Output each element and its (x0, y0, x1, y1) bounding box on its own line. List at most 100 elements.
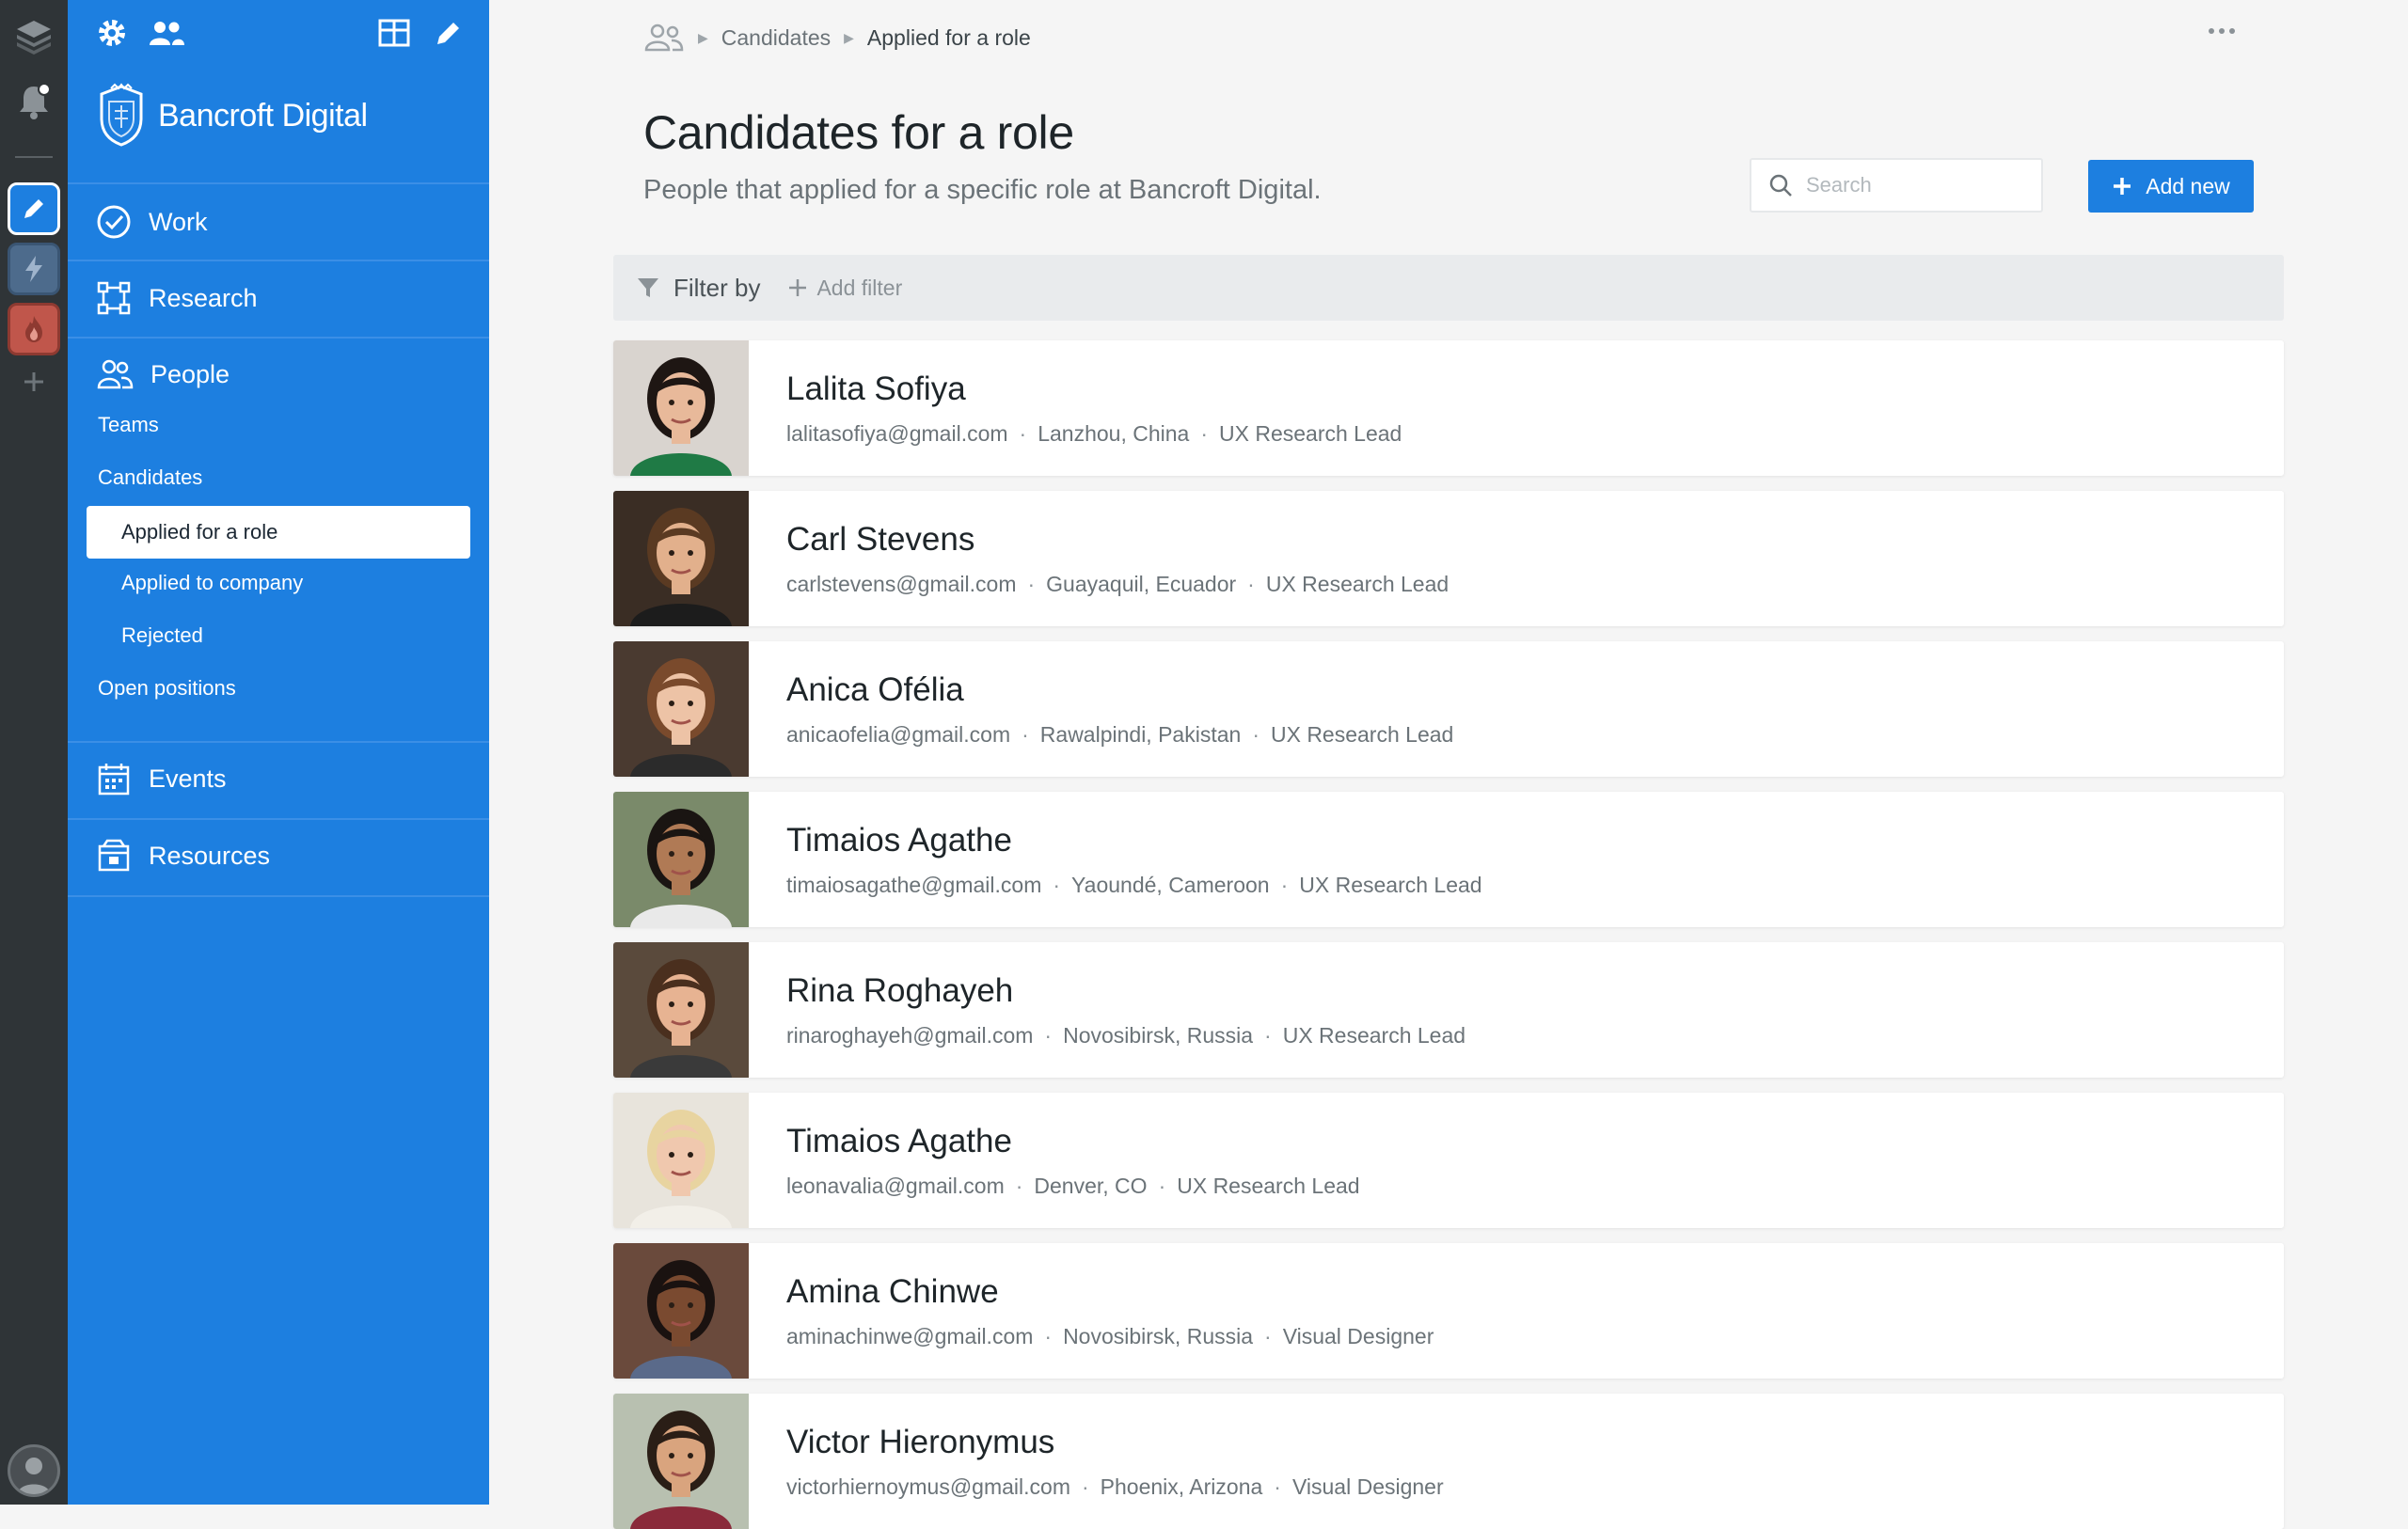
bolt-icon (25, 256, 42, 282)
candidate-card[interactable]: Lalita Sofiya lalitasofiya@gmail.com · L… (613, 340, 2284, 476)
add-new-button[interactable]: Add new (2088, 160, 2254, 213)
candidate-location: Rawalpindi, Pakistan (1039, 721, 1242, 747)
plus-icon (789, 279, 807, 296)
candidate-role: UX Research Lead (1282, 1022, 1466, 1048)
candidate-info: Victor Hieronymus victorhiernoymus@gmail… (786, 1424, 1444, 1500)
workspace-rail (0, 0, 68, 1505)
candidate-card[interactable]: Victor Hieronymus victorhiernoymus@gmail… (613, 1394, 2284, 1529)
people-icon[interactable] (643, 23, 685, 53)
candidate-email: leonavalia@gmail.com (786, 1173, 1005, 1198)
candidate-card[interactable]: Timaios Agathe leonavalia@gmail.com · De… (613, 1093, 2284, 1228)
flame-icon (25, 316, 42, 342)
breadcrumb-item-current[interactable]: Applied for a role (867, 25, 1031, 51)
sidebar-item-events[interactable]: Events (96, 756, 227, 801)
candidate-card[interactable]: Rina Roghayeh rinaroghayeh@gmail.com · N… (613, 942, 2284, 1078)
add-new-label: Add new (2146, 173, 2230, 198)
sidebar-item-resources[interactable]: Resources (96, 833, 270, 878)
candidate-meta: leonavalia@gmail.com · Denver, CO · UX R… (786, 1174, 1360, 1199)
candidate-email: rinaroghayeh@gmail.com (786, 1022, 1034, 1048)
edit-pencil-icon[interactable] (435, 19, 463, 47)
page-subtitle: People that applied for a specific role … (643, 175, 1322, 205)
package-box-icon (98, 839, 130, 872)
candidate-name[interactable]: Timaios Agathe (786, 1123, 1360, 1160)
sidebar-item-work[interactable]: Work (96, 199, 208, 244)
user-avatar[interactable] (8, 1444, 60, 1497)
candidate-info: Carl Stevens carlstevens@gmail.com · Gua… (786, 521, 1449, 597)
candidate-card[interactable]: Timaios Agathe timaiosagathe@gmail.com ·… (613, 792, 2284, 927)
candidate-meta: timaiosagathe@gmail.com · Yaoundé, Camer… (786, 873, 1482, 898)
layers-icon[interactable] (8, 9, 60, 62)
workspace-flame-button[interactable] (8, 303, 60, 355)
candidate-photo (613, 1243, 749, 1379)
candidate-role: Visual Designer (1291, 1474, 1444, 1499)
candidate-meta: anicaofelia@gmail.com · Rawalpindi, Paki… (786, 722, 1453, 748)
candidate-name[interactable]: Lalita Sofiya (786, 370, 1402, 408)
candidate-name[interactable]: Anica Ofélia (786, 671, 1453, 709)
separator-dot: · (1252, 721, 1259, 747)
grid-view-icon[interactable] (378, 19, 410, 47)
sidebar-item-open-positions[interactable]: Open positions (98, 662, 236, 715)
brand[interactable]: Bancroft Digital (96, 83, 368, 149)
separator-dot: · (1015, 1173, 1023, 1198)
candidate-meta: lalitasofiya@gmail.com · Lanzhou, China … (786, 421, 1402, 447)
team-members-icon[interactable] (147, 17, 186, 49)
separator-dot: · (1200, 420, 1209, 446)
add-filter-button[interactable]: Add filter (788, 276, 902, 301)
candidate-name[interactable]: Rina Roghayeh (786, 972, 1465, 1010)
separator-dot: · (1019, 420, 1027, 446)
search-box[interactable] (1750, 158, 2043, 213)
sidebar-divider (68, 182, 489, 184)
separator-dot: · (1022, 721, 1029, 747)
sidebar-divider (68, 741, 489, 743)
candidate-name[interactable]: Victor Hieronymus (786, 1424, 1444, 1461)
candidate-info: Rina Roghayeh rinaroghayeh@gmail.com · N… (786, 972, 1465, 1048)
candidate-role: UX Research Lead (1219, 420, 1402, 446)
separator-dot: · (1053, 872, 1061, 897)
sidebar-divider (68, 337, 489, 339)
sidebar-item-teams[interactable]: Teams (98, 399, 159, 451)
breadcrumb-separator-icon: ▶ (698, 29, 708, 45)
candidate-card[interactable]: Carl Stevens carlstevens@gmail.com · Gua… (613, 491, 2284, 626)
candidate-card[interactable]: Anica Ofélia anicaofelia@gmail.com · Raw… (613, 641, 2284, 777)
notification-bell-icon[interactable] (8, 75, 60, 128)
separator-dot: · (1274, 1474, 1281, 1499)
breadcrumb: ▶ Candidates ▶ Applied for a role (643, 21, 1031, 55)
candidate-name[interactable]: Carl Stevens (786, 521, 1449, 559)
breadcrumb-separator-icon: ▶ (844, 29, 854, 45)
more-options-icon[interactable] (2209, 28, 2235, 34)
search-icon (1769, 174, 1792, 197)
candidate-card[interactable]: Amina Chinwe aminachinwe@gmail.com · Nov… (613, 1243, 2284, 1379)
candidate-photo (613, 340, 749, 476)
check-circle-icon (97, 205, 131, 239)
add-workspace-icon[interactable] (8, 355, 60, 408)
separator-dot: · (1044, 1323, 1053, 1348)
separator-dot: · (1158, 1173, 1166, 1198)
candidate-email: timaiosagathe@gmail.com (786, 872, 1042, 897)
workspace-bolt-button[interactable] (8, 243, 60, 295)
sidebar-item-label: Events (149, 764, 227, 793)
candidate-name[interactable]: Timaios Agathe (786, 822, 1482, 859)
plus-icon (2114, 178, 2131, 195)
candidate-location: Novosibirsk, Russia (1063, 1022, 1254, 1048)
sidebar-item-people[interactable]: People (96, 352, 230, 397)
sidebar-item-research[interactable]: Research (96, 276, 258, 321)
candidate-location: Lanzhou, China (1038, 420, 1190, 446)
people-icon (97, 359, 134, 389)
sidebar-item-applied-to-company[interactable]: Applied to company (121, 557, 303, 609)
candidate-info: Anica Ofélia anicaofelia@gmail.com · Raw… (786, 671, 1453, 748)
candidate-location: Guayaquil, Ecuador (1046, 571, 1237, 596)
sidebar-item-rejected[interactable]: Rejected (121, 609, 203, 662)
sidebar-item-applied-for-a-role[interactable]: Applied for a role (87, 506, 470, 559)
candidate-role: UX Research Lead (1177, 1173, 1360, 1198)
sidebar-item-label: Resources (149, 841, 271, 870)
sidebar-divider (68, 895, 489, 897)
workspace-edit-button[interactable] (8, 182, 60, 235)
sidebar-item-candidates[interactable]: Candidates (98, 451, 202, 504)
candidate-info: Lalita Sofiya lalitasofiya@gmail.com · L… (786, 370, 1402, 447)
breadcrumb-item-candidates[interactable]: Candidates (721, 25, 831, 51)
candidate-location: Phoenix, Arizona (1100, 1474, 1263, 1499)
candidate-name[interactable]: Amina Chinwe (786, 1273, 1434, 1311)
candidate-meta: aminachinwe@gmail.com · Novosibirsk, Rus… (786, 1324, 1434, 1349)
search-input[interactable] (1806, 173, 2032, 197)
settings-gear-icon[interactable] (96, 17, 128, 49)
